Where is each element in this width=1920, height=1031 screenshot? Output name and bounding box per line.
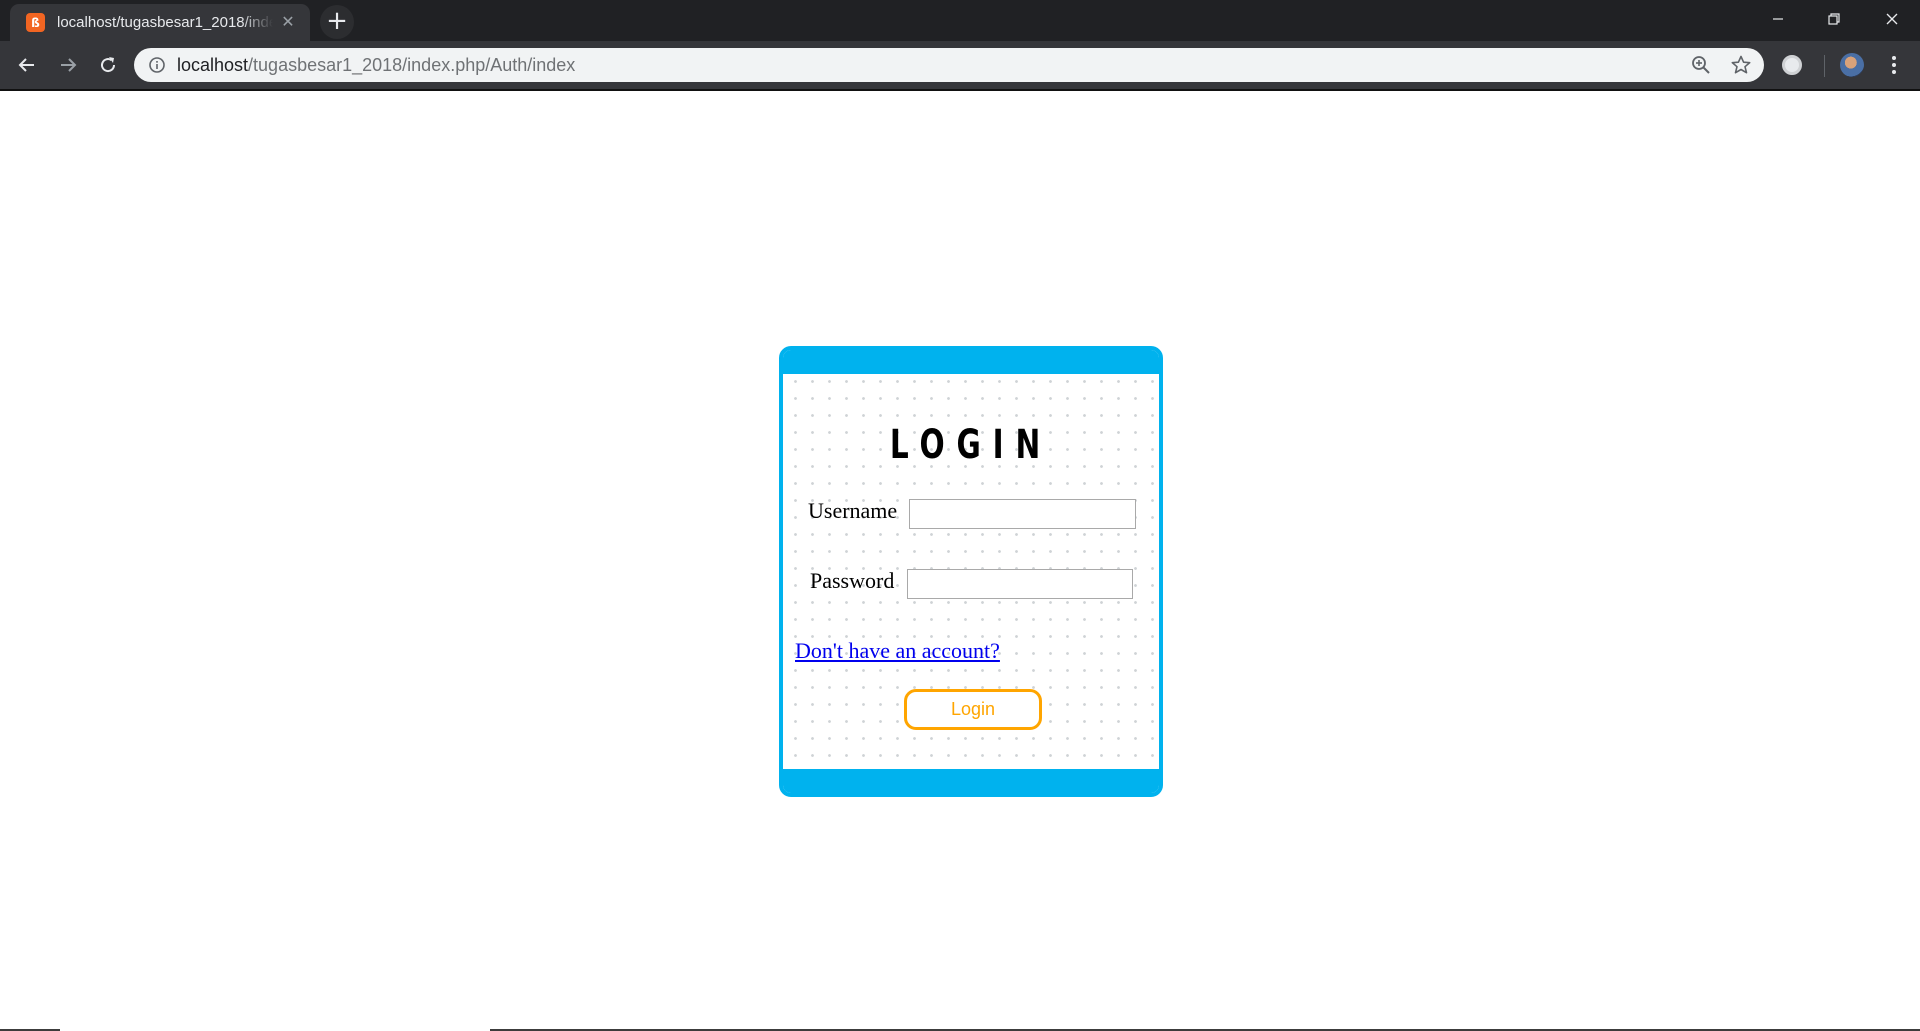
- minimize-icon: [1773, 18, 1783, 20]
- forward-icon: [61, 58, 77, 72]
- username-input[interactable]: [909, 499, 1136, 529]
- info-icon[interactable]: [148, 56, 166, 74]
- zoom-icon[interactable]: [1690, 54, 1712, 76]
- back-icon: [18, 58, 34, 72]
- page-title: LOGIN: [889, 422, 1053, 468]
- password-label: Password: [810, 568, 895, 593]
- xampp-favicon-icon: ß: [26, 13, 45, 32]
- minimize-button[interactable]: [1750, 0, 1806, 38]
- back-button[interactable]: [11, 49, 43, 81]
- card-top-bar: [783, 350, 1159, 374]
- restore-icon: [1828, 13, 1840, 25]
- window-close-button[interactable]: [1864, 0, 1920, 38]
- forward-button[interactable]: [52, 49, 84, 81]
- menu-icon[interactable]: [1884, 53, 1904, 77]
- toolbar-divider: [1824, 55, 1825, 77]
- avatar[interactable]: [1840, 53, 1864, 77]
- reload-button[interactable]: [92, 49, 124, 81]
- browser-tab[interactable]: ß localhost/tugasbesar1_2018/index.php/A…: [10, 4, 310, 41]
- password-input[interactable]: [907, 569, 1133, 599]
- url-host: localhost: [177, 55, 249, 75]
- close-icon: [1886, 13, 1898, 25]
- extension-icon[interactable]: [1782, 55, 1802, 75]
- toolbar-edge: [0, 89, 1920, 91]
- star-icon[interactable]: [1730, 54, 1752, 76]
- tab-title: localhost/tugasbesar1_2018/index.php/Aut…: [57, 14, 273, 31]
- url-path: /tugasbesar1_2018/index.php/Auth/index: [248, 55, 576, 75]
- reload-icon: [101, 57, 116, 73]
- login-card: LOGIN Username Password Don't have an ac…: [779, 346, 1163, 797]
- restore-button[interactable]: [1806, 0, 1862, 38]
- browser-titlebar: ß localhost/tugasbesar1_2018/index.php/A…: [0, 0, 1920, 41]
- username-label: Username: [808, 498, 898, 523]
- browser-toolbar: localhost/tugasbesar1_2018/index.php/Aut…: [0, 41, 1920, 89]
- new-tab-button[interactable]: +: [320, 5, 354, 39]
- address-bar[interactable]: localhost/tugasbesar1_2018/index.php/Aut…: [134, 48, 1764, 82]
- login-button[interactable]: Login: [904, 689, 1042, 730]
- url-text[interactable]: localhost/tugasbesar1_2018/index.php/Aut…: [177, 55, 575, 76]
- register-link[interactable]: Don't have an account?: [795, 638, 1000, 664]
- tab-close-icon[interactable]: ✕: [278, 12, 298, 32]
- card-bottom-bar: [783, 769, 1159, 793]
